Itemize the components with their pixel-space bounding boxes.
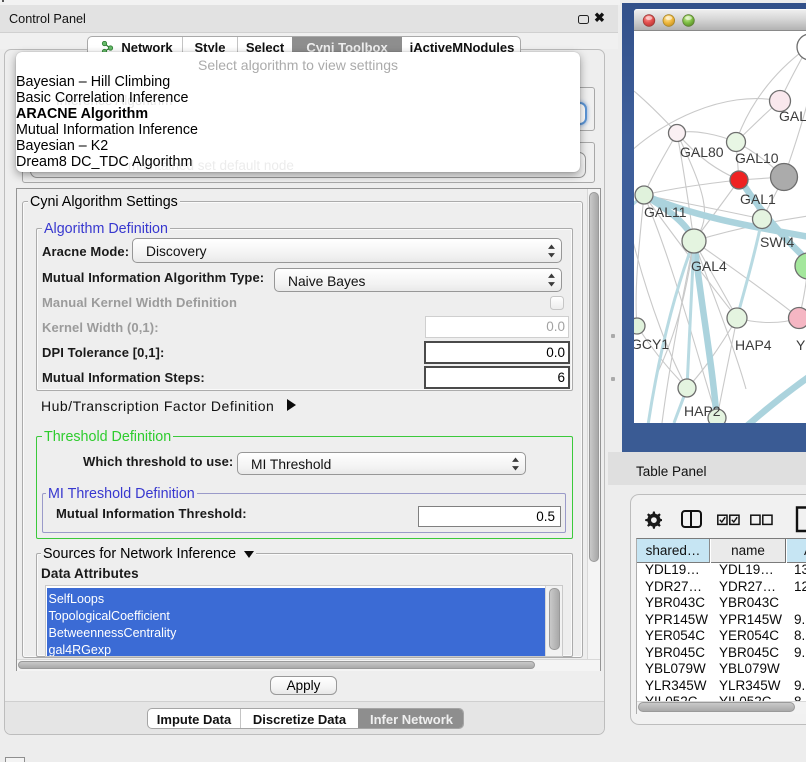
- svg-text:GAL10: GAL10: [735, 150, 779, 166]
- svg-text:GAL80: GAL80: [680, 144, 724, 160]
- svg-text:GAL2: GAL2: [779, 108, 806, 124]
- svg-text:Y: Y: [796, 337, 806, 353]
- svg-text:HAP2: HAP2: [684, 403, 721, 419]
- svg-text:GAL11: GAL11: [644, 204, 687, 220]
- svg-text:GCY1: GCY1: [634, 336, 669, 352]
- svg-text:GAL1: GAL1: [740, 191, 776, 207]
- svg-text:GAL4: GAL4: [691, 258, 727, 274]
- svg-text:HAP4: HAP4: [735, 337, 772, 353]
- svg-text:SWI4: SWI4: [760, 234, 794, 250]
